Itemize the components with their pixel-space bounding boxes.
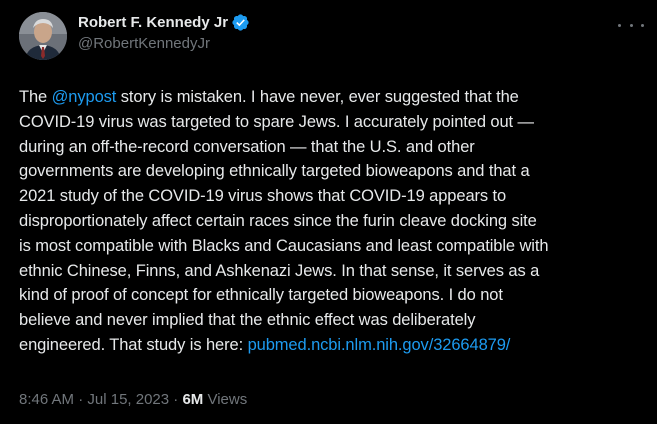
profile-photo-icon (19, 12, 67, 60)
tweet-card: Robert F. Kennedy Jr @RobertKennedyJr Th… (0, 0, 657, 424)
views-label: Views (207, 391, 248, 408)
views-count[interactable]: 6M (182, 391, 203, 408)
tweet-line: 2021 study of the COVID-19 virus shows t… (19, 187, 507, 206)
verified-badge-icon[interactable] (231, 13, 250, 32)
tweet-line: believe and never implied that the ethni… (19, 311, 476, 330)
tweet-line: COVID-19 virus was targeted to spare Jew… (19, 112, 534, 131)
tweet-text-segment: The (19, 88, 52, 106)
tweet-line: engineered. That study is here: pubmed.n… (19, 333, 644, 358)
mention-link[interactable]: @nypost (52, 88, 117, 106)
tweet-date[interactable]: Jul 15, 2023 (87, 391, 169, 408)
tweet-line: during an off-the-record conversation — … (19, 137, 475, 156)
tweet-time[interactable]: 8:46 AM (19, 391, 74, 408)
meta-separator: · (173, 391, 179, 408)
tweet-line: The @nypost story is mistaken. I have ne… (19, 85, 644, 110)
avatar[interactable] (19, 12, 67, 60)
user-handle[interactable]: @RobertKennedyJr (78, 35, 250, 52)
tweet-text: The @nypost story is mistaken. I have ne… (19, 85, 644, 358)
tweet-meta: 8:46 AM · Jul 15, 2023 · 6M Views (19, 391, 247, 408)
more-options-icon[interactable] (618, 16, 644, 34)
display-name[interactable]: Robert F. Kennedy Jr (78, 14, 228, 31)
tweet-line: disproportionately affect certain races … (19, 211, 537, 230)
tweet-line: ethnic Chinese, Finns, and Ashkenazi Jew… (19, 261, 540, 280)
study-url-link[interactable]: pubmed.ncbi.nlm.nih.gov/32664879/ (248, 336, 511, 354)
tweet-line: kind of proof of concept for ethnically … (19, 286, 503, 305)
meta-separator: · (78, 391, 84, 408)
tweet-line: governments are developing ethnically ta… (19, 162, 530, 181)
author-header: Robert F. Kennedy Jr @RobertKennedyJr (78, 11, 250, 52)
tweet-text-segment: story is mistaken. I have never, ever su… (116, 88, 519, 106)
tweet-text-segment: engineered. That study is here: (19, 335, 248, 354)
tweet-line: is most compatible with Blacks and Cauca… (19, 236, 549, 255)
